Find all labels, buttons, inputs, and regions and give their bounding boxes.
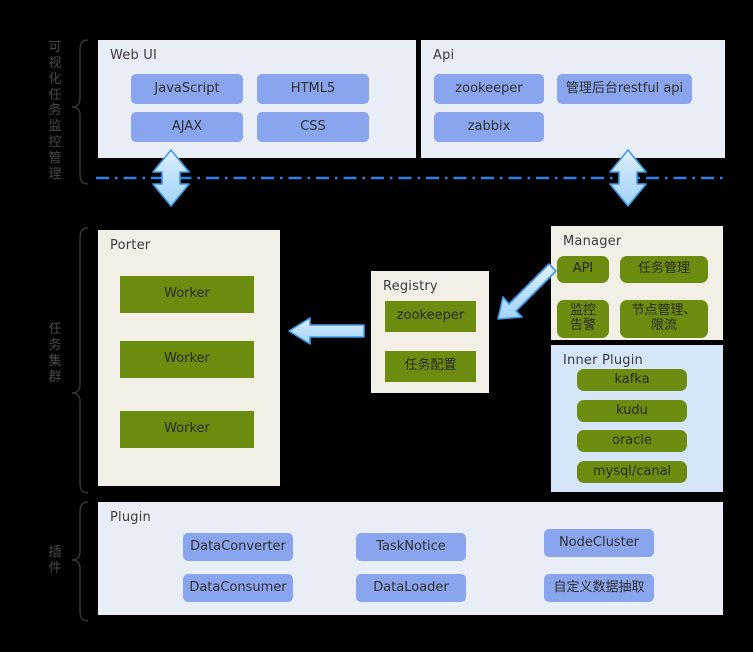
diagram-canvas: 可视化任务监控管理 任务集群 插件 Web UI JavaScript HTML…: [0, 0, 753, 652]
chip-task-management[interactable]: 任务管理: [620, 256, 708, 283]
web-ui-sync-arrow: [152, 149, 190, 207]
chip-custom-data-extract[interactable]: 自定义数据抽取: [544, 574, 654, 602]
panel-registry-title: Registry: [383, 279, 438, 294]
chip-worker-3[interactable]: Worker: [120, 411, 254, 448]
chip-manager-api[interactable]: API: [557, 256, 609, 283]
chip-dataconsumer[interactable]: DataConsumer: [183, 574, 293, 602]
panel-web-ui-title: Web UI: [110, 48, 158, 63]
chip-monitor-alarm[interactable]: 监控 告警: [557, 300, 609, 338]
chip-worker-2[interactable]: Worker: [120, 341, 254, 378]
brace-visualization: [71, 39, 89, 185]
side-label-visualization: 可视化任务监控管理: [48, 40, 62, 182]
panel-plugin-title: Plugin: [110, 510, 151, 525]
side-label-plugin: 插件: [48, 545, 62, 576]
chip-mysql-canal[interactable]: mysql/canal: [577, 461, 687, 483]
chip-restful-api[interactable]: 管理后台restful api: [557, 74, 692, 104]
chip-tasknotice[interactable]: TaskNotice: [356, 533, 466, 561]
chip-kafka[interactable]: kafka: [577, 369, 687, 391]
chip-html5[interactable]: HTML5: [257, 74, 369, 104]
api-sync-arrow: [609, 149, 647, 207]
registry-to-porter-arrow: [288, 317, 365, 345]
chip-css[interactable]: CSS: [257, 112, 369, 142]
chip-javascript[interactable]: JavaScript: [131, 74, 243, 104]
manager-to-registry-arrow: [497, 263, 557, 320]
side-label-task-cluster: 任务集群: [48, 322, 62, 385]
chip-registry-zookeeper[interactable]: zookeeper: [385, 301, 476, 332]
chip-kudu[interactable]: kudu: [577, 400, 687, 422]
chip-nodecluster[interactable]: NodeCluster: [544, 529, 654, 557]
panel-porter-title: Porter: [110, 238, 151, 253]
panel-inner-plugin-title: Inner Plugin: [563, 353, 643, 368]
chip-ajax[interactable]: AJAX: [131, 112, 243, 142]
chip-api-zookeeper[interactable]: zookeeper: [434, 74, 544, 104]
chip-worker-1[interactable]: Worker: [120, 276, 254, 313]
brace-task-cluster: [71, 227, 89, 494]
brace-plugin: [71, 501, 89, 622]
chip-node-management[interactable]: 节点管理、 限流: [620, 300, 708, 338]
panel-manager-title: Manager: [563, 234, 622, 249]
chip-dataloader[interactable]: DataLoader: [356, 574, 466, 602]
chip-oracle[interactable]: oracle: [577, 430, 687, 452]
chip-zabbix[interactable]: zabbix: [434, 112, 544, 142]
panel-api-title: Api: [433, 48, 455, 63]
chip-task-config[interactable]: 任务配置: [385, 351, 476, 382]
chip-dataconverter[interactable]: DataConverter: [183, 533, 293, 561]
